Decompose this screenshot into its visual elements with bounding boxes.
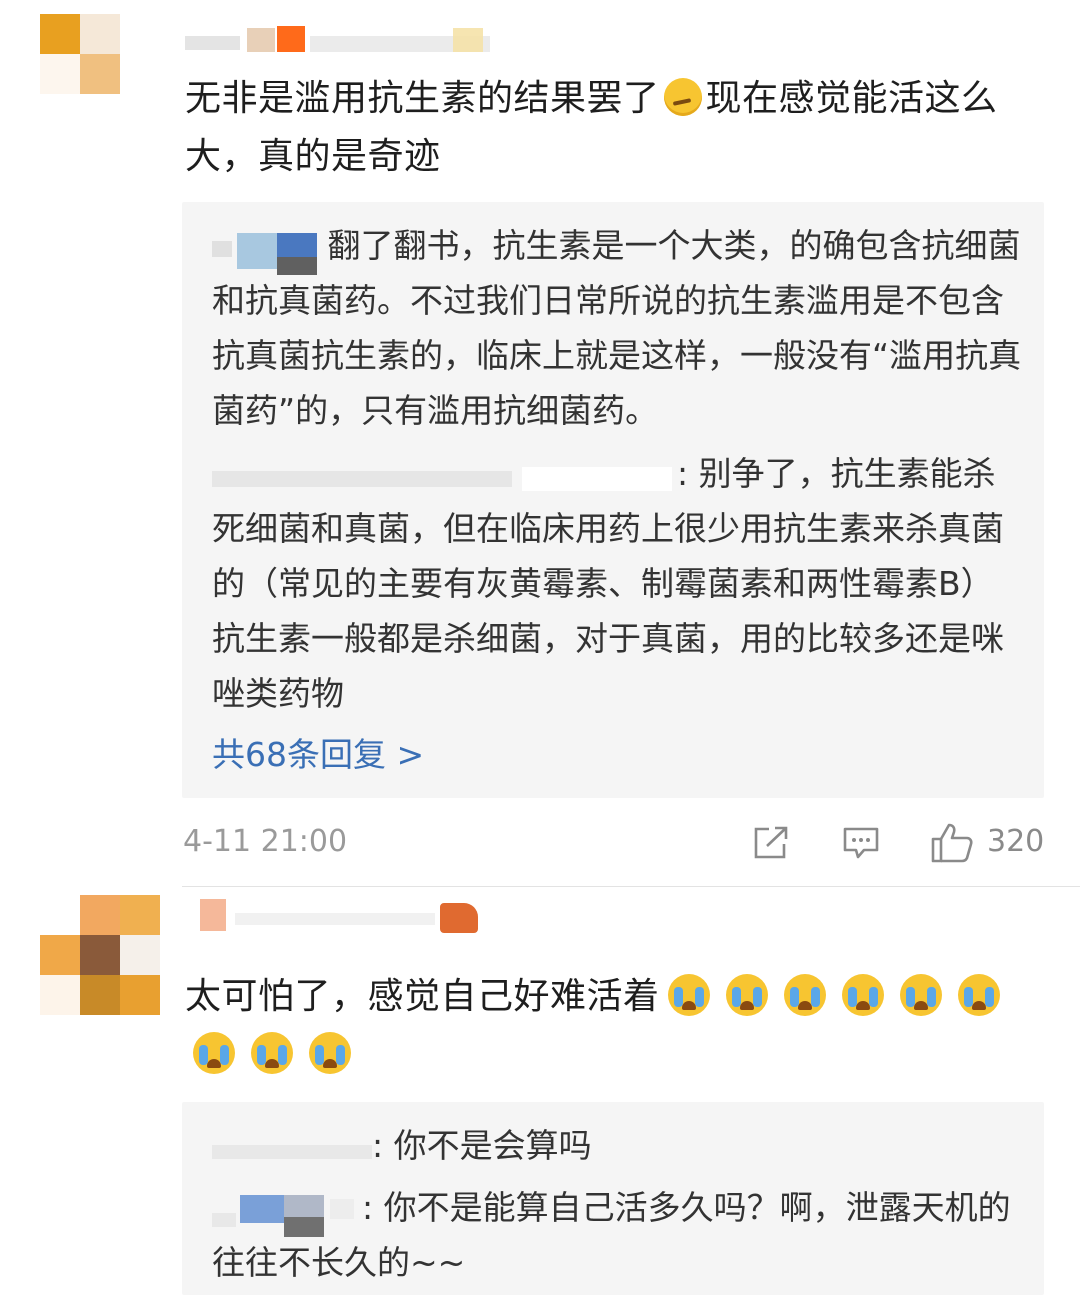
crying-face-icon <box>899 974 942 1016</box>
comment-icon[interactable] <box>842 826 880 860</box>
comment-text-part1: 无非是滥用抗生素的结果罢了 <box>185 78 660 119</box>
username-blurred[interactable] <box>185 895 485 937</box>
reply-text: : 别争了，抗生素能杀死细菌和真菌，但在临床用药上很少用抗生素来杀真菌的（常见的… <box>212 454 1004 713</box>
comment-timestamp: 4-11 21:00 <box>183 824 348 859</box>
crying-face-icon <box>841 974 884 1016</box>
reply-text: 翻了翻书，抗生素是一个大类，的确包含抗细菌和抗真菌药。不过我们日常所说的抗生素滥… <box>212 226 1022 430</box>
reply-item: : 别争了，抗生素能杀死细菌和真菌，但在临床用药上很少用抗生素来杀真菌的（常见的… <box>212 446 1022 721</box>
reply-username-blurred[interactable] <box>212 232 317 275</box>
crying-face-icon <box>725 974 768 1016</box>
avatar[interactable] <box>40 14 160 94</box>
comment-text-body: 太可怕了，感觉自己好难活着 <box>185 976 660 1017</box>
reply-item: : 你不是能算自己活多久吗？啊，泄露天机的往往不长久的~~ <box>212 1180 1022 1290</box>
reply-username-blurred[interactable] <box>212 461 677 491</box>
crying-face-icon <box>193 1032 235 1074</box>
more-replies-link[interactable]: 共68条回复 > <box>212 728 424 776</box>
reply-text: : 你不是会算吗 <box>372 1126 592 1165</box>
crying-face-icon <box>309 1032 351 1074</box>
reply-username-blurred[interactable] <box>212 1133 372 1163</box>
avatar[interactable] <box>40 895 160 1015</box>
crying-face-icon <box>783 974 826 1016</box>
crying-face-icon <box>667 974 710 1016</box>
username-blurred[interactable] <box>185 18 525 58</box>
reply-username-blurred[interactable] <box>212 1194 362 1237</box>
divider <box>182 886 1080 887</box>
crying-face-icon <box>957 974 1000 1016</box>
reply-item: : 你不是会算吗 <box>212 1118 1022 1173</box>
share-icon[interactable] <box>753 826 789 860</box>
reply-item: 翻了翻书，抗生素是一个大类，的确包含抗细菌和抗真菌药。不过我们日常所说的抗生素滥… <box>212 218 1022 438</box>
crying-face-icon <box>251 1032 293 1074</box>
like-count: 320 <box>987 824 1045 859</box>
smirk-face-icon <box>663 78 702 116</box>
comment-text: 无非是滥用抗生素的结果罢了 现在感觉能活这么大，真的是奇迹 <box>185 70 1045 186</box>
like-thumb-icon[interactable] <box>930 822 974 864</box>
comment-text: 太可怕了，感觉自己好难活着 <box>185 968 1055 1084</box>
